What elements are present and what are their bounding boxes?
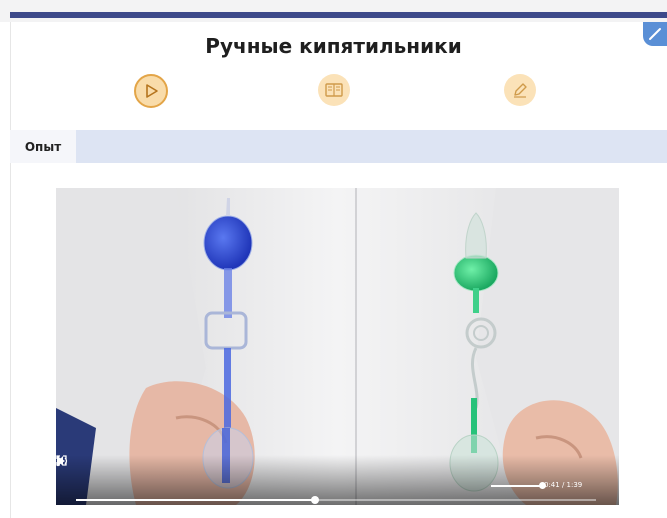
video-progress-fill [76, 499, 316, 501]
left-divider [10, 22, 11, 518]
video-controls: 0:41 / 1:39 [56, 455, 619, 505]
video-mode-button[interactable] [134, 74, 168, 108]
video-time: 0:41 / 1:39 [544, 481, 583, 489]
pencil-icon [514, 83, 527, 98]
volume-slider[interactable] [491, 485, 543, 487]
play-icon [146, 84, 158, 98]
video-player[interactable]: 0:41 / 1:39 [56, 188, 619, 505]
more-options-icon[interactable] [56, 455, 60, 467]
top-bar [0, 0, 667, 22]
tab-experiment-label: Опыт [24, 139, 62, 154]
tab-strip: Опыт [10, 130, 667, 163]
book-mode-button[interactable] [318, 74, 350, 106]
header-accent-bar [10, 12, 667, 18]
video-progress-bar[interactable] [76, 496, 596, 504]
book-icon [325, 83, 343, 97]
page-title: Ручные кипятильники [205, 34, 462, 58]
video-progress-knob[interactable] [311, 496, 320, 504]
edit-mode-button[interactable] [504, 74, 536, 106]
tab-experiment[interactable]: Опыт [10, 130, 76, 163]
